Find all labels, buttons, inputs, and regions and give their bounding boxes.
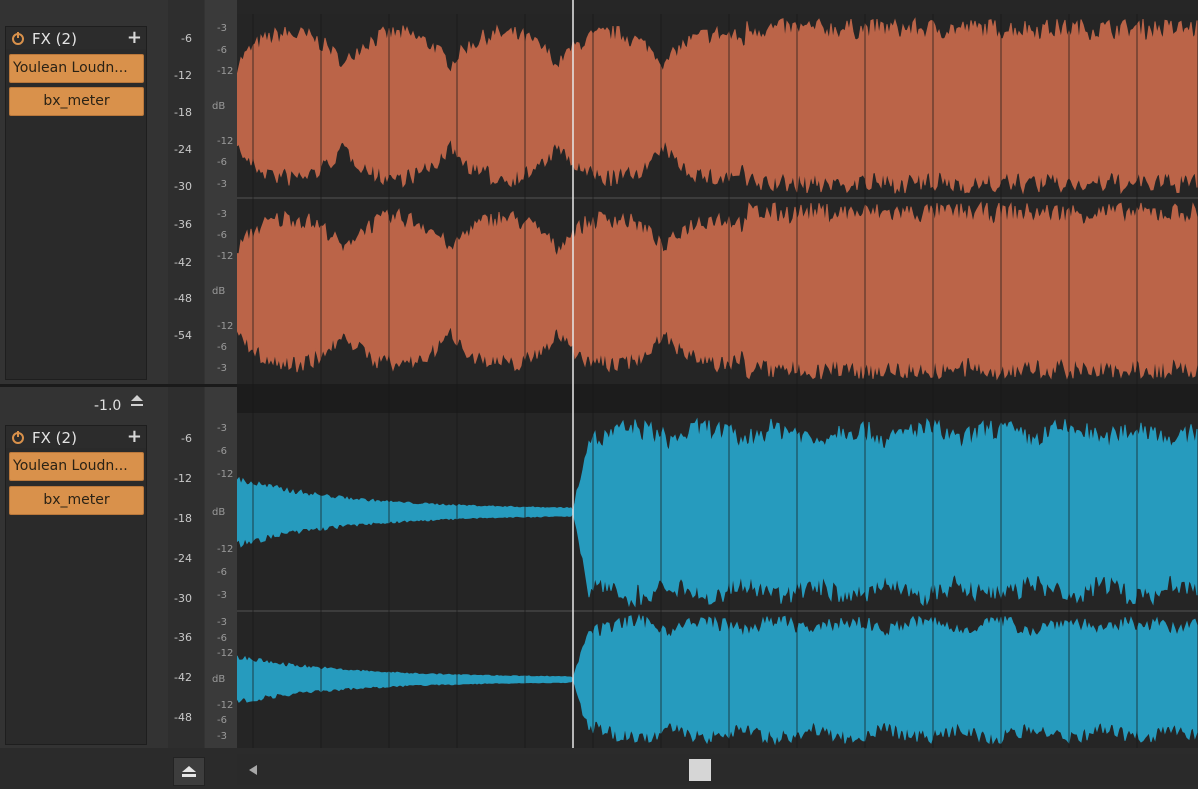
- track2-fx-chain: FX (2) + Youlean Loudn... bx_meter: [5, 425, 147, 745]
- waveform-scale-label: -6: [217, 341, 227, 353]
- timeline-ruler: [237, 0, 1198, 14]
- meter-tick: -36: [174, 218, 192, 231]
- volume-readout: -1.0: [94, 398, 122, 414]
- waveform-scale-label: -6: [217, 715, 227, 727]
- track2-meter-scale: -6 -12 -18 -24 -30 -36 -42 -48: [168, 387, 204, 748]
- waveform-scale-label: -6: [217, 230, 227, 242]
- waveform-scale-label: -6: [217, 632, 227, 644]
- add-fx-icon[interactable]: +: [127, 27, 142, 48]
- waveform-scale-label: -6: [217, 566, 227, 578]
- meter-tick: -6: [181, 432, 192, 445]
- waveform-scale-label: -3: [217, 179, 227, 191]
- track1-fx-chain: FX (2) + Youlean Loudn... bx_meter: [5, 26, 147, 380]
- power-icon[interactable]: [11, 31, 25, 45]
- plugin-slot-bx-meter[interactable]: bx_meter: [9, 486, 144, 515]
- meter-tick: -12: [174, 69, 192, 82]
- meter-tick: -42: [174, 256, 192, 269]
- waveform-scale-label: -12: [217, 468, 234, 480]
- waveform-scale-label: dB: [212, 506, 226, 518]
- meter-tick: -36: [174, 631, 192, 644]
- waveform-scale-label: -3: [217, 422, 227, 434]
- fx-header-label: FX (2): [32, 30, 77, 48]
- plugin-slot-bx-meter[interactable]: bx_meter: [9, 87, 144, 116]
- meter-tick: -54: [174, 329, 192, 342]
- volume-spinner-icon[interactable]: [131, 395, 143, 409]
- meter-tick: -48: [174, 711, 192, 724]
- waveform-canvas[interactable]: [236, 0, 1198, 748]
- waveform-scale-label: -3: [217, 616, 227, 628]
- waveform-scale-label: -12: [217, 699, 234, 711]
- waveform-scale-label: -12: [217, 251, 234, 263]
- fx-header-label: FX (2): [32, 429, 77, 447]
- waveform-scale-label: -6: [217, 44, 227, 56]
- panel-toggle-button[interactable]: [173, 757, 205, 786]
- waveform-scale-label: dB: [212, 674, 226, 685]
- waveform-scale-label: -12: [217, 648, 234, 660]
- meter-tick: -18: [174, 106, 192, 119]
- meter-tick: -24: [174, 143, 192, 156]
- track-gap: [237, 384, 1198, 413]
- waveform-scale-label: -12: [217, 136, 234, 148]
- track2-fx-header[interactable]: FX (2) +: [6, 426, 146, 448]
- waveform-scale-label: -12: [217, 320, 234, 332]
- meter-tick: -6: [181, 32, 192, 45]
- meter-tick: -18: [174, 512, 192, 525]
- add-fx-icon[interactable]: +: [127, 426, 142, 447]
- track1-meter-scale: -6 -12 -18 -24 -30 -36 -42 -48 -54: [168, 0, 204, 384]
- waveform-scale-label: -3: [217, 731, 227, 743]
- eject-icon: [182, 766, 196, 777]
- scroll-left-icon[interactable]: [249, 765, 257, 775]
- plugin-slot-youlean[interactable]: Youlean Loudn...: [9, 54, 144, 83]
- meter-tick: -12: [174, 472, 192, 485]
- scroll-thumb[interactable]: [689, 759, 711, 781]
- horizontal-scrollbar[interactable]: [237, 754, 1198, 785]
- track1-right-waveform: [236, 201, 1198, 381]
- waveform-scale-label: -12: [217, 544, 234, 556]
- waveform-scale-label: -3: [217, 590, 227, 602]
- waveform-scale-label: -3: [217, 22, 227, 34]
- track1-left-waveform: [236, 17, 1198, 195]
- plugin-slot-youlean[interactable]: Youlean Loudn...: [9, 452, 144, 481]
- power-icon[interactable]: [11, 430, 25, 444]
- waveform-scale-label: dB: [212, 286, 226, 297]
- meter-tick: -48: [174, 292, 192, 305]
- waveform-scale-label: dB: [212, 101, 226, 112]
- track1-fx-header[interactable]: FX (2) +: [6, 27, 146, 49]
- waveform-scale-label: -6: [217, 446, 227, 458]
- waveform-scale-label: -3: [217, 363, 227, 375]
- waveform-scale-label: -3: [217, 208, 227, 220]
- meter-tick: -30: [174, 180, 192, 193]
- meter-tick: -24: [174, 552, 192, 565]
- waveform-scale-label: -12: [217, 65, 234, 77]
- arrange-view[interactable]: [236, 0, 1198, 748]
- meter-tick: -42: [174, 671, 192, 684]
- waveform-scale-label: -6: [217, 157, 227, 169]
- meter-tick: -30: [174, 592, 192, 605]
